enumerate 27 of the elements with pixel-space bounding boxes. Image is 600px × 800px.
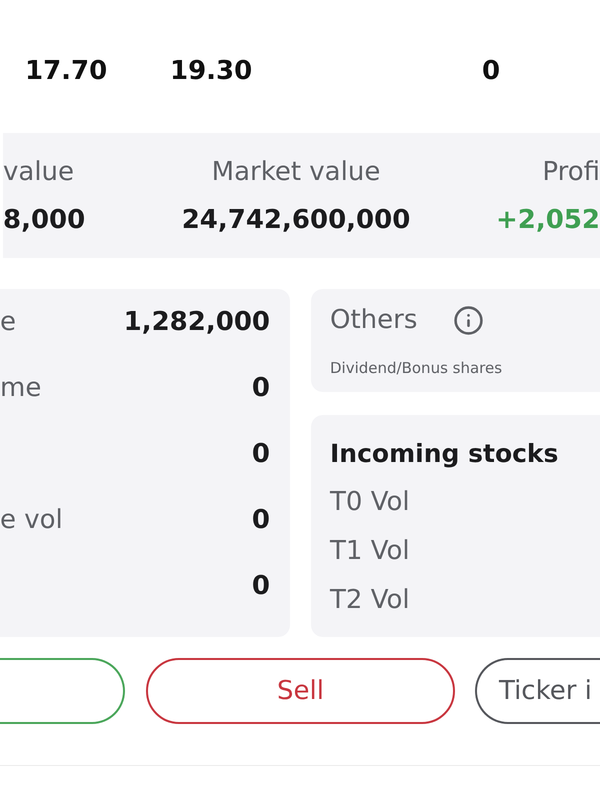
price-value: 0 — [482, 56, 500, 86]
holding-value: 0 — [252, 504, 270, 536]
incoming-row-label: T2 Vol — [330, 584, 410, 616]
holding-value: 0 — [252, 438, 270, 470]
ticker-button[interactable]: Ticker i — [475, 658, 600, 724]
others-title: Others — [330, 304, 418, 336]
summary-value: 8,000 — [3, 204, 86, 236]
incoming-title: Incoming stocks — [330, 439, 558, 468]
sell-button[interactable]: Sell — [146, 658, 455, 724]
price-value: 19.30 — [170, 56, 252, 86]
incoming-row-label: T0 Vol — [330, 486, 410, 518]
holding-value: 0 — [252, 372, 270, 404]
incoming-row-label: T1 Vol — [330, 534, 410, 566]
holding-label: e — [0, 306, 16, 338]
holding-label: me — [0, 372, 42, 404]
summary-label: Profi — [542, 156, 600, 188]
holding-label: e vol — [0, 504, 63, 536]
action-button[interactable] — [0, 658, 125, 724]
summary-label: value — [3, 156, 74, 188]
others-note: Dividend/Bonus shares — [330, 359, 502, 377]
summary-value: +2,052 — [496, 204, 600, 236]
holding-value: 0 — [252, 570, 270, 602]
summary-label: Market value — [212, 156, 380, 188]
price-value: 17.70 — [25, 56, 108, 86]
info-icon[interactable] — [453, 304, 484, 336]
summary-value: 24,742,600,000 — [182, 204, 410, 236]
holding-value: 1,282,000 — [124, 306, 270, 338]
